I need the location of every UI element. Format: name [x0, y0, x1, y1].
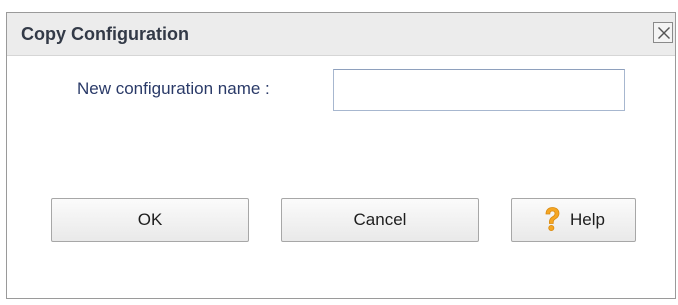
help-button[interactable]: Help: [511, 198, 636, 242]
close-icon: [658, 27, 670, 39]
cancel-button[interactable]: Cancel: [281, 198, 479, 242]
question-mark-icon: [545, 206, 560, 231]
copy-configuration-dialog: Copy Configuration New configuration nam…: [6, 12, 676, 299]
close-button[interactable]: [653, 22, 673, 43]
ok-button[interactable]: OK: [51, 198, 249, 242]
ok-button-label: OK: [137, 210, 163, 229]
help-button-label: Help: [570, 210, 605, 229]
new-configuration-name-input[interactable]: [333, 69, 625, 111]
dialog-title: Copy Configuration: [21, 24, 189, 44]
new-configuration-name-label: New configuration name :: [77, 79, 270, 98]
dialog-titlebar: Copy Configuration: [7, 13, 675, 56]
cancel-button-label: Cancel: [353, 210, 407, 229]
